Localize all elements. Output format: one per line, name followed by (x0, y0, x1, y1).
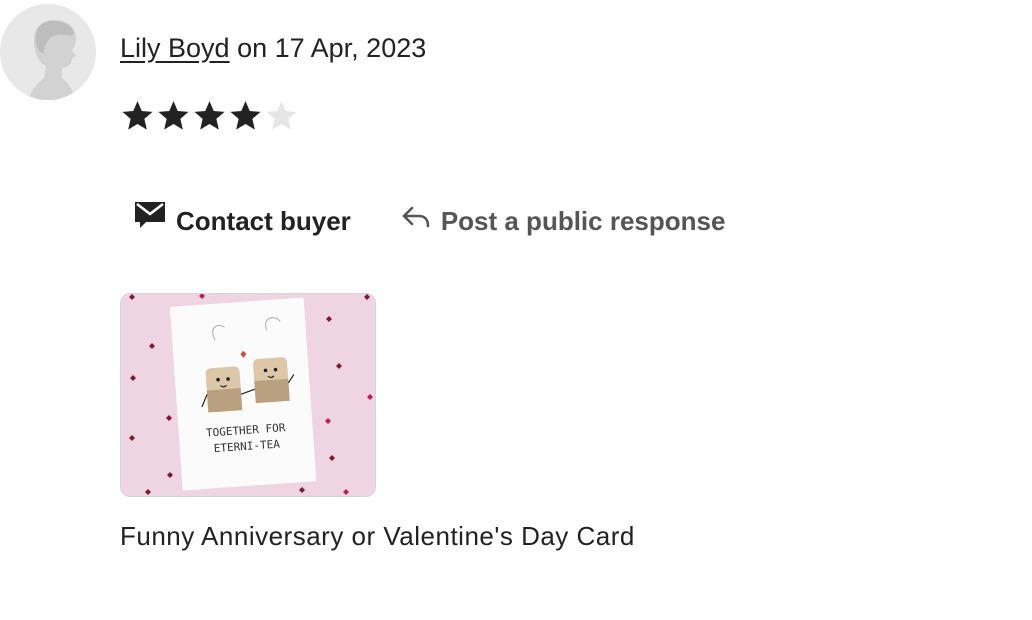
review-date: on 17 Apr, 2023 (237, 33, 427, 63)
mail-icon (134, 200, 166, 241)
reviewer-name-link[interactable]: Lily Boyd (120, 33, 230, 63)
review-byline: Lily Boyd on 17 Apr, 2023 (120, 28, 426, 68)
default-avatar-icon (0, 4, 96, 100)
star-empty-icon (266, 101, 297, 130)
star-filled-icon (158, 101, 189, 130)
star-filled-icon (230, 101, 261, 130)
reply-icon (401, 201, 431, 241)
product-thumbnail[interactable]: TOGETHER FOR ETERNI-TEA (120, 293, 376, 497)
post-public-response-button[interactable]: Post a public response (401, 201, 726, 241)
reviewer-avatar[interactable] (0, 4, 96, 100)
star-filled-icon (122, 101, 153, 130)
product-image: TOGETHER FOR ETERNI-TEA (121, 294, 375, 496)
star-rating (120, 97, 299, 135)
post-public-response-label: Post a public response (440, 205, 726, 236)
review-actions: Contact buyer Post a public response (134, 200, 725, 241)
contact-buyer-button[interactable]: Contact buyer (134, 200, 351, 241)
star-filled-icon (194, 101, 225, 130)
product-title[interactable]: Funny Anniversary or Valentine's Day Car… (120, 516, 635, 556)
contact-buyer-label: Contact buyer (176, 205, 351, 236)
